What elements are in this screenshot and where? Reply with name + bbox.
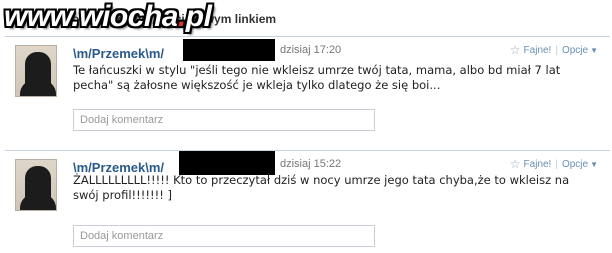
top-bar: Inne osoby ... podziel się ciekawym link… bbox=[0, 0, 612, 36]
chevron-down-icon: ▼ bbox=[590, 45, 598, 55]
separator: | bbox=[555, 44, 558, 56]
post-actions: ☆ Fajne! | Opcje ▼ bbox=[510, 157, 598, 171]
avatar[interactable] bbox=[15, 159, 57, 211]
author-link[interactable]: \m/Przemek\m/ bbox=[73, 46, 164, 61]
avatar-image-shoulders bbox=[20, 194, 56, 210]
post-actions: ☆ Fajne! | Opcje ▼ bbox=[510, 43, 598, 57]
timestamp[interactable]: dzisiaj 15:22 bbox=[280, 158, 341, 170]
post-header: \m/Przemek\m/ dzisiaj 15:22 bbox=[73, 151, 341, 175]
like-button[interactable]: Fajne! bbox=[524, 45, 552, 56]
avatar-image-shoulders bbox=[20, 80, 56, 96]
post-header: \m/Przemek\m/ dzisiaj 17:20 bbox=[73, 39, 341, 61]
post-text: ŻALLLLLLLLL!!!!! Kto to przeczytał dziś … bbox=[73, 173, 570, 202]
post-text: Te łańcuszki w stylu "jeśli tego nie wkl… bbox=[73, 63, 561, 92]
star-icon: ☆ bbox=[509, 43, 521, 57]
redaction-block bbox=[179, 151, 275, 175]
post: \m/Przemek\m/ dzisiaj 15:22 ☆ Fajne! | Opcj… bbox=[5, 150, 610, 253]
avatar[interactable] bbox=[15, 45, 57, 97]
separator: | bbox=[555, 158, 558, 170]
star-icon: ☆ bbox=[509, 157, 521, 171]
comment-input[interactable]: Dodaj komentarz bbox=[73, 225, 375, 247]
chevron-down-icon: ▼ bbox=[590, 159, 598, 169]
post: \m/Przemek\m/ dzisiaj 17:20 ☆ Fajne! | Opcj… bbox=[5, 36, 610, 148]
comment-input[interactable]: Dodaj komentarz bbox=[73, 109, 375, 131]
redaction-block bbox=[183, 39, 275, 61]
watermark: www.wiocha.pl bbox=[4, 0, 212, 33]
timestamp[interactable]: dzisiaj 17:20 bbox=[280, 44, 341, 56]
like-button[interactable]: Fajne! bbox=[524, 159, 552, 170]
options-button[interactable]: Opcje bbox=[562, 45, 588, 56]
options-button[interactable]: Opcje bbox=[562, 159, 588, 170]
